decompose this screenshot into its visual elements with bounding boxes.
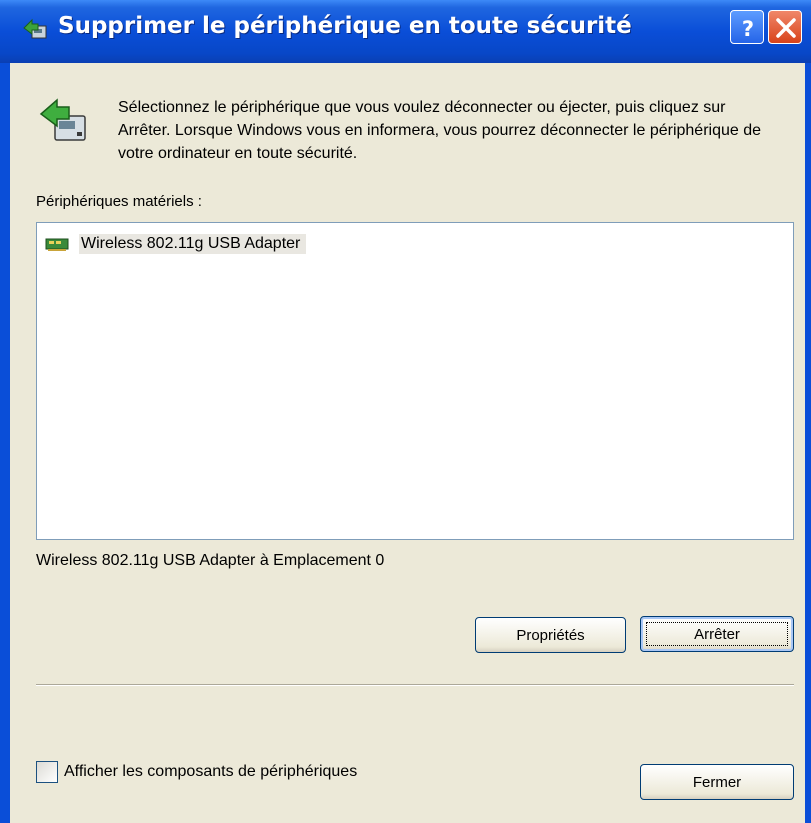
close-button[interactable]: Fermer (640, 764, 794, 800)
separator (36, 684, 794, 686)
help-button[interactable]: ? (730, 10, 764, 44)
focus-rectangle (646, 622, 788, 646)
stop-button[interactable]: Arrêter (640, 616, 794, 652)
hardware-list-label: Périphériques matériels : (36, 193, 202, 210)
safely-remove-hardware-icon (23, 18, 47, 39)
window-frame-right (805, 63, 811, 823)
window-title: Supprimer le périphérique en toute sécur… (58, 13, 632, 39)
window-frame-left (0, 63, 10, 823)
show-components-option[interactable]: Afficher les composants de périphériques (36, 761, 357, 783)
safely-remove-hardware-dialog: Supprimer le périphérique en toute sécur… (0, 0, 811, 823)
close-window-button[interactable] (768, 10, 802, 44)
hardware-listbox[interactable]: Wireless 802.11g USB Adapter (36, 222, 794, 540)
show-components-checkbox[interactable] (36, 761, 58, 783)
properties-button[interactable]: Propriétés (475, 617, 626, 653)
device-location-text: Wireless 802.11g USB Adapter à Emplaceme… (36, 552, 385, 569)
question-mark-icon: ? (742, 17, 754, 41)
instructions-text: Sélectionnez le périphérique que vous vo… (118, 99, 762, 162)
title-bar[interactable]: Supprimer le périphérique en toute sécur… (0, 0, 811, 63)
svg-text:?: ? (742, 17, 754, 41)
list-item[interactable]: Wireless 802.11g USB Adapter (45, 232, 307, 256)
show-components-label[interactable]: Afficher les composants de périphériques (64, 763, 357, 781)
network-adapter-icon (45, 238, 69, 251)
close-icon (776, 18, 796, 38)
list-item-label: Wireless 802.11g USB Adapter (79, 234, 307, 254)
safely-remove-hardware-icon (39, 98, 86, 141)
